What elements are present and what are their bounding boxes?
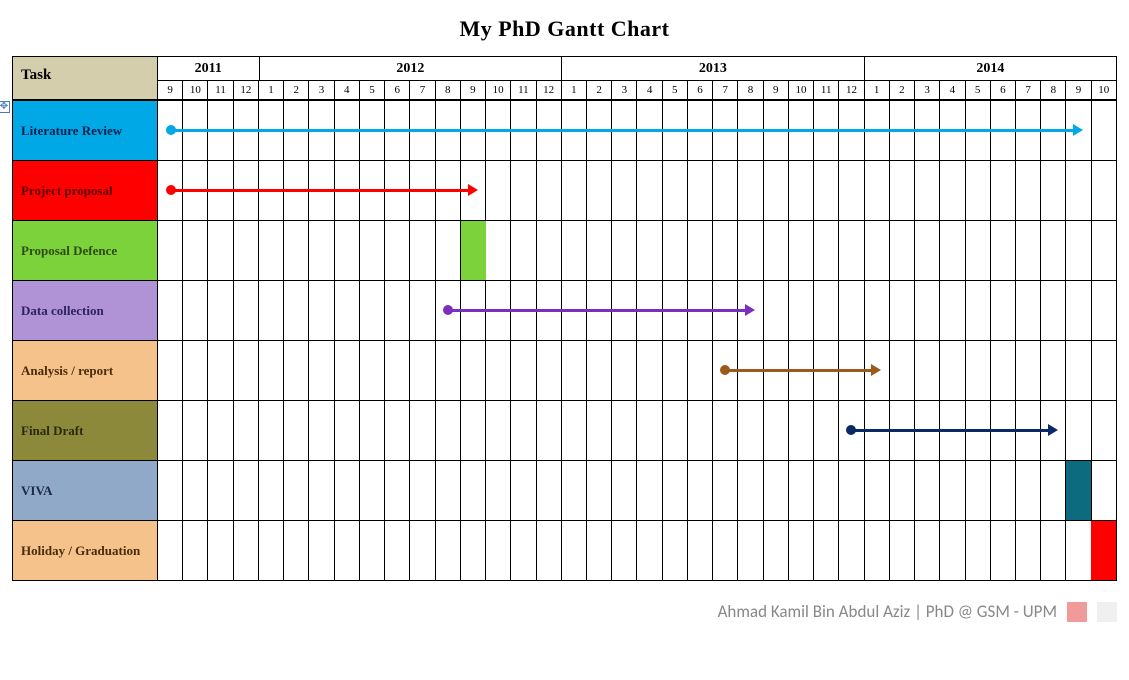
month-header: 12 — [537, 81, 562, 99]
task-label: Literature Review — [13, 100, 158, 160]
footer-text: Ahmad Kamil Bin Abdul Aziz | PhD @ GSM -… — [718, 601, 1057, 622]
month-header: 1 — [562, 81, 587, 99]
task-label: Analysis / report — [13, 340, 158, 400]
grid-row — [158, 340, 1116, 400]
month-header: 6 — [385, 81, 410, 99]
month-header: 7 — [1016, 81, 1041, 99]
month-header: 6 — [991, 81, 1016, 99]
month-header: 10 — [183, 81, 208, 99]
year-header: 2014 — [865, 57, 1116, 81]
month-header: 2 — [890, 81, 915, 99]
grid-row — [158, 220, 1116, 280]
month-header: 11 — [208, 81, 233, 99]
task-label: Project proposal — [13, 160, 158, 220]
year-header: 2012 — [260, 57, 563, 81]
task-label: VIVA — [13, 460, 158, 520]
footer-swatch — [1067, 602, 1087, 622]
month-header: 10 — [1092, 81, 1116, 99]
gantt-chart: Task 20112012201320149101112123456789101… — [12, 56, 1117, 581]
month-header: 1 — [865, 81, 890, 99]
month-header: 2 — [587, 81, 612, 99]
grid-row — [158, 460, 1116, 520]
grid-row — [158, 400, 1116, 460]
month-header: 9 — [764, 81, 789, 99]
footer-swatch — [1097, 602, 1117, 622]
month-header: 9 — [158, 81, 183, 99]
task-label: Final Draft — [13, 400, 158, 460]
gantt-header: Task 20112012201320149101112123456789101… — [13, 57, 1116, 100]
month-header: 7 — [410, 81, 435, 99]
month-header: 9 — [461, 81, 486, 99]
month-header: 8 — [1041, 81, 1066, 99]
time-axis: 2011201220132014910111212345678910111212… — [158, 57, 1116, 99]
month-header: 7 — [713, 81, 738, 99]
task-label: Holiday / Graduation — [13, 520, 158, 580]
month-header: 8 — [738, 81, 763, 99]
month-header: 11 — [814, 81, 839, 99]
month-header: 10 — [789, 81, 814, 99]
month-header: 10 — [486, 81, 511, 99]
grid-row — [158, 280, 1116, 340]
task-column-header: Task — [13, 57, 158, 99]
grid-row — [158, 160, 1116, 220]
month-header: 3 — [309, 81, 334, 99]
month-header: 6 — [688, 81, 713, 99]
year-header: 2011 — [158, 57, 260, 81]
month-header: 2 — [284, 81, 309, 99]
table-anchor-icon: ✥ — [0, 101, 10, 113]
month-header: 3 — [915, 81, 940, 99]
month-header: 5 — [663, 81, 688, 99]
month-header: 5 — [360, 81, 385, 99]
task-label: Proposal Defence — [13, 220, 158, 280]
gantt-body: Literature ReviewProject proposalProposa… — [13, 100, 1116, 580]
month-header: 3 — [612, 81, 637, 99]
month-header: 12 — [839, 81, 864, 99]
task-labels-column: Literature ReviewProject proposalProposa… — [13, 100, 158, 580]
month-header: 12 — [234, 81, 259, 99]
footer: Ahmad Kamil Bin Abdul Aziz | PhD @ GSM -… — [12, 601, 1117, 622]
page-title: My PhD Gantt Chart — [10, 16, 1119, 42]
task-label: Data collection — [13, 280, 158, 340]
gantt-grid — [158, 100, 1116, 580]
month-header: 4 — [637, 81, 662, 99]
grid-row — [158, 520, 1116, 580]
month-header: 11 — [511, 81, 536, 99]
month-header: 4 — [335, 81, 360, 99]
month-header: 1 — [259, 81, 284, 99]
grid-row — [158, 100, 1116, 160]
year-header: 2013 — [562, 57, 865, 81]
month-header: 4 — [940, 81, 965, 99]
month-header: 9 — [1066, 81, 1091, 99]
month-header: 8 — [436, 81, 461, 99]
month-header: 5 — [966, 81, 991, 99]
